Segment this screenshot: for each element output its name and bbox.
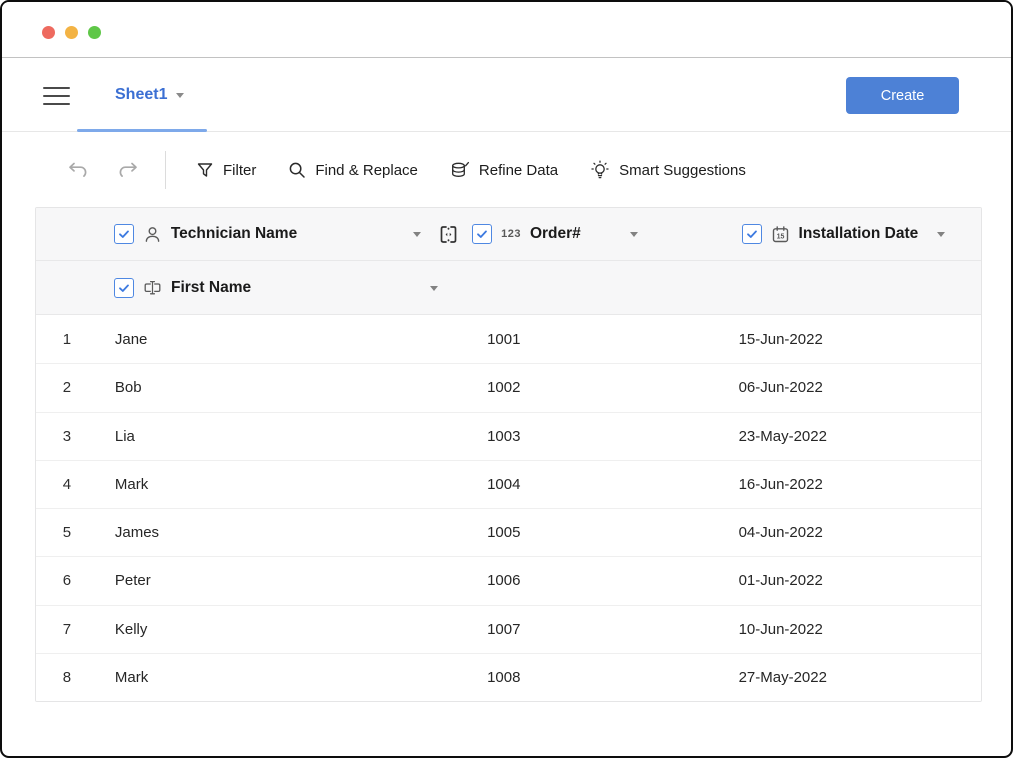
column-menu-chevron-icon[interactable] bbox=[937, 232, 945, 237]
date-cell[interactable]: 01-Jun-2022 bbox=[722, 572, 981, 589]
first-name-cell[interactable]: Jane bbox=[98, 331, 454, 348]
column-header-installation-date[interactable]: 15 Installation Date bbox=[722, 208, 981, 260]
date-cell[interactable]: 15-Jun-2022 bbox=[722, 331, 981, 348]
text-type-icon bbox=[143, 278, 162, 297]
person-icon bbox=[143, 225, 162, 244]
checkbox-first-name[interactable] bbox=[114, 278, 134, 298]
table-row: 3Lia100323-May-2022 bbox=[36, 413, 981, 461]
order-cell[interactable]: 1008 bbox=[454, 669, 721, 686]
first-name-cell[interactable]: Peter bbox=[98, 572, 454, 589]
first-name-cell[interactable]: Kelly bbox=[98, 621, 454, 638]
close-window-button[interactable] bbox=[42, 26, 55, 39]
chevron-down-icon bbox=[176, 93, 184, 98]
column-header-first-name[interactable]: First Name bbox=[98, 261, 455, 314]
column-header-order[interactable]: 123 Order# bbox=[454, 208, 721, 260]
toolbar: Filter Find & Replace bbox=[2, 133, 1011, 207]
toolbar-divider bbox=[165, 151, 166, 189]
checkbox-technician-name[interactable] bbox=[114, 224, 134, 244]
filter-funnel-icon bbox=[196, 161, 214, 179]
date-cell[interactable]: 06-Jun-2022 bbox=[722, 379, 981, 396]
order-cell[interactable]: 1004 bbox=[454, 476, 721, 493]
row-number-cell[interactable]: 7 bbox=[36, 621, 98, 638]
date-cell[interactable]: 23-May-2022 bbox=[722, 428, 981, 445]
sheet-tab-label: Sheet1 bbox=[115, 86, 167, 104]
order-cell[interactable]: 1001 bbox=[454, 331, 721, 348]
column-label: Order# bbox=[530, 225, 581, 243]
row-number-cell[interactable]: 8 bbox=[36, 669, 98, 686]
row-number-cell[interactable]: 5 bbox=[36, 524, 98, 541]
filter-button[interactable]: Filter bbox=[196, 161, 256, 179]
first-name-cell[interactable]: Mark bbox=[98, 476, 454, 493]
first-name-cell[interactable]: Lia bbox=[98, 428, 454, 445]
row-number-cell[interactable]: 1 bbox=[36, 331, 98, 348]
table-row: 6Peter100601-Jun-2022 bbox=[36, 557, 981, 605]
row-number-header-spacer bbox=[36, 261, 98, 314]
active-tab-underline bbox=[77, 129, 207, 132]
date-cell[interactable]: 27-May-2022 bbox=[722, 669, 981, 686]
column-label: Installation Date bbox=[799, 225, 919, 243]
database-icon bbox=[450, 161, 470, 180]
table-row: 1Jane100115-Jun-2022 bbox=[36, 316, 981, 364]
order-cell[interactable]: 1003 bbox=[454, 428, 721, 445]
table-row: 8Mark100827-May-2022 bbox=[36, 654, 981, 701]
redo-icon[interactable] bbox=[115, 158, 141, 182]
row-number-cell[interactable]: 3 bbox=[36, 428, 98, 445]
date-cell[interactable]: 16-Jun-2022 bbox=[722, 476, 981, 493]
table-body: 1Jane100115-Jun-20222Bob100206-Jun-20223… bbox=[36, 316, 981, 701]
window-titlebar bbox=[2, 2, 1011, 58]
smart-suggestions-button[interactable]: Smart Suggestions bbox=[590, 160, 746, 180]
find-replace-label: Find & Replace bbox=[315, 162, 418, 179]
number-type-icon: 123 bbox=[501, 228, 521, 240]
table-row: 7Kelly100710-Jun-2022 bbox=[36, 606, 981, 654]
first-name-cell[interactable]: James bbox=[98, 524, 454, 541]
sub-header-row: First Name bbox=[36, 261, 981, 315]
column-header-row: Technician Name 123 Order# bbox=[36, 208, 981, 261]
tab-sheet1[interactable]: Sheet1 bbox=[115, 59, 184, 131]
maximize-window-button[interactable] bbox=[88, 26, 101, 39]
refine-data-label: Refine Data bbox=[479, 162, 558, 179]
order-cell[interactable]: 1007 bbox=[454, 621, 721, 638]
column-menu-chevron-icon[interactable] bbox=[430, 286, 438, 291]
column-label: Technician Name bbox=[171, 225, 297, 243]
create-button[interactable]: Create bbox=[846, 77, 959, 114]
date-cell[interactable]: 04-Jun-2022 bbox=[722, 524, 981, 541]
app-window: Sheet1 Create Filter bbox=[0, 0, 1013, 758]
column-header-technician-name[interactable]: Technician Name bbox=[98, 208, 454, 260]
data-table: Technician Name 123 Order# bbox=[35, 207, 982, 702]
row-number-header-spacer bbox=[36, 208, 98, 260]
minimize-window-button[interactable] bbox=[65, 26, 78, 39]
app-header: Sheet1 Create bbox=[2, 59, 1011, 132]
column-menu-chevron-icon[interactable] bbox=[413, 232, 421, 237]
smart-suggestions-label: Smart Suggestions bbox=[619, 162, 746, 179]
split-column-icon[interactable] bbox=[438, 224, 459, 250]
checkbox-installation-date[interactable] bbox=[742, 224, 762, 244]
svg-text:15: 15 bbox=[776, 233, 784, 240]
magnifier-icon bbox=[288, 161, 306, 179]
row-number-cell[interactable]: 2 bbox=[36, 379, 98, 396]
table-row: 2Bob100206-Jun-2022 bbox=[36, 364, 981, 412]
refine-data-button[interactable]: Refine Data bbox=[450, 161, 558, 180]
find-replace-button[interactable]: Find & Replace bbox=[288, 161, 418, 179]
hamburger-menu-icon[interactable] bbox=[43, 87, 70, 105]
order-cell[interactable]: 1006 bbox=[454, 572, 721, 589]
calendar-icon: 15 bbox=[771, 225, 790, 244]
column-menu-chevron-icon[interactable] bbox=[630, 232, 638, 237]
order-cell[interactable]: 1002 bbox=[454, 379, 721, 396]
row-number-cell[interactable]: 4 bbox=[36, 476, 98, 493]
column-label: First Name bbox=[171, 279, 251, 297]
checkbox-order[interactable] bbox=[472, 224, 492, 244]
table-row: 5James100504-Jun-2022 bbox=[36, 509, 981, 557]
filter-label: Filter bbox=[223, 162, 256, 179]
first-name-cell[interactable]: Bob bbox=[98, 379, 454, 396]
order-cell[interactable]: 1005 bbox=[454, 524, 721, 541]
table-row: 4Mark100416-Jun-2022 bbox=[36, 461, 981, 509]
lightbulb-icon bbox=[590, 160, 610, 180]
first-name-cell[interactable]: Mark bbox=[98, 669, 454, 686]
date-cell[interactable]: 10-Jun-2022 bbox=[722, 621, 981, 638]
undo-icon[interactable] bbox=[65, 158, 91, 182]
row-number-cell[interactable]: 6 bbox=[36, 572, 98, 589]
